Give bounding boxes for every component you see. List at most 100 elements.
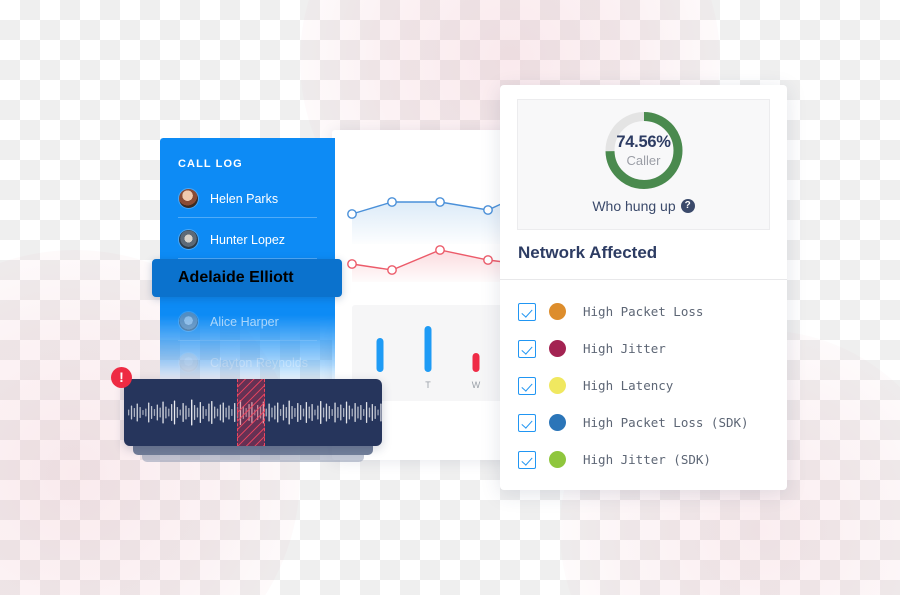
donut-value: 74.56% xyxy=(616,133,671,151)
color-swatch xyxy=(549,340,566,357)
waveform-bar xyxy=(371,404,373,421)
waveform-bar xyxy=(171,404,173,421)
waveform-bar xyxy=(368,407,371,418)
network-affected-title: Network Affected xyxy=(518,243,658,262)
waveform-bar xyxy=(231,409,233,416)
red-series-point[interactable] xyxy=(435,245,445,255)
waveform-bar xyxy=(337,407,339,418)
red-series-point[interactable] xyxy=(387,265,397,275)
checkbox[interactable] xyxy=(518,339,536,358)
waveform-bar xyxy=(193,405,196,420)
waveform-bar xyxy=(156,404,158,421)
network-affected-label: High Packet Loss (SDK) xyxy=(583,415,749,430)
waveform-selection-region[interactable] xyxy=(237,379,265,446)
waveform-bar xyxy=(294,408,296,417)
who-hung-up-caption: Who hung up ? xyxy=(518,198,769,214)
waveform-bar xyxy=(380,403,382,422)
waveform-bar xyxy=(357,406,359,419)
blue-series-point[interactable] xyxy=(483,205,493,215)
player-stack-shadow-near xyxy=(133,446,373,455)
waveform-bar xyxy=(300,405,302,420)
waveform-bar xyxy=(279,409,282,416)
avatar xyxy=(178,311,199,332)
network-affected-row[interactable]: High Packet Loss (SDK) xyxy=(518,404,777,441)
call-log-item[interactable]: Hunter Lopez xyxy=(160,219,335,260)
waveform-bar xyxy=(188,408,190,417)
waveform-bar xyxy=(196,407,199,418)
waveform-bar xyxy=(311,404,313,421)
red-series-point[interactable] xyxy=(347,259,357,269)
help-icon[interactable]: ? xyxy=(680,199,695,213)
waveform-bar xyxy=(148,402,150,423)
red-series-point[interactable] xyxy=(483,255,493,265)
checkbox[interactable] xyxy=(518,413,536,432)
waveform-bar xyxy=(340,404,342,421)
waveform-bar xyxy=(331,409,333,416)
avatar xyxy=(178,229,199,250)
waveform-bar xyxy=(142,410,144,415)
waveform-bar xyxy=(130,405,133,420)
waveform-bar xyxy=(374,406,376,419)
network-affected-row[interactable]: High Latency xyxy=(518,367,777,404)
waveform-bar xyxy=(334,402,336,423)
alert-badge-icon[interactable]: ! xyxy=(111,367,132,388)
waveform-bar xyxy=(145,408,147,417)
bar-label: T xyxy=(425,380,431,390)
checkbox[interactable] xyxy=(518,376,536,395)
who-hung-up-text: Who hung up xyxy=(592,198,676,214)
donut-center-label: 74.56% Caller xyxy=(601,108,686,193)
waveform-bar xyxy=(322,407,325,418)
waveform-bar xyxy=(317,405,319,420)
player-stack-shadow-far xyxy=(142,455,364,462)
screenshot-stage: TWTF CALL LOG Helen ParksHunter LopezAli… xyxy=(0,0,900,595)
donut-chart: 74.56% Caller xyxy=(601,108,686,193)
divider xyxy=(178,217,317,218)
audio-waveform-player[interactable] xyxy=(124,379,382,446)
call-log-item[interactable]: Clayton Reynolds xyxy=(160,342,335,383)
bar-label: W xyxy=(472,380,481,390)
waveform-bar xyxy=(234,403,236,422)
blue-series-point[interactable] xyxy=(347,209,357,219)
call-log-item[interactable]: Helen Parks xyxy=(160,178,335,219)
waveform-bar xyxy=(268,403,270,422)
divider xyxy=(178,340,317,341)
waveform-bar xyxy=(288,400,290,425)
call-log-item-label: Alice Harper xyxy=(210,314,279,329)
waveform-bar xyxy=(274,405,276,420)
blue-series-point[interactable] xyxy=(387,197,397,207)
checkbox[interactable] xyxy=(518,450,536,469)
waveform-bar xyxy=(354,403,356,422)
bar[interactable] xyxy=(424,326,432,372)
call-log-item-selected[interactable]: Adelaide Elliott xyxy=(152,259,342,297)
color-swatch xyxy=(549,414,566,431)
waveform-bar xyxy=(182,403,184,422)
network-affected-label: High Jitter (SDK) xyxy=(583,452,711,467)
network-affected-label: High Latency xyxy=(583,378,674,393)
call-log-item[interactable]: Alice Harper xyxy=(160,301,335,342)
network-affected-row[interactable]: High Jitter (SDK) xyxy=(518,441,777,478)
network-affected-panel: 74.56% Caller Who hung up ? Network Affe… xyxy=(500,85,787,490)
waveform-bar xyxy=(133,408,136,417)
color-swatch xyxy=(549,451,566,468)
waveform-bar xyxy=(199,402,201,423)
checkbox[interactable] xyxy=(518,302,536,321)
network-affected-list: High Packet Loss High Jitter High Latency H… xyxy=(518,293,777,478)
call-log-title: CALL LOG xyxy=(178,158,243,170)
bar[interactable] xyxy=(472,353,480,372)
waveform-bar xyxy=(139,407,141,418)
waveform-bar xyxy=(208,403,210,422)
blue-series-point[interactable] xyxy=(435,197,445,207)
call-log-item-label: Helen Parks xyxy=(210,191,279,206)
waveform-bar xyxy=(297,403,299,422)
waveform-bar xyxy=(302,408,305,417)
waveform-bar xyxy=(211,401,213,424)
waveform-bar xyxy=(185,405,187,420)
waveform-bar xyxy=(191,399,193,426)
network-affected-row[interactable]: High Packet Loss xyxy=(518,293,777,330)
bar[interactable] xyxy=(376,338,384,372)
call-log-item-label: Adelaide Elliott xyxy=(178,269,294,286)
waveform-bar xyxy=(176,407,179,418)
waveform-bar xyxy=(325,403,328,422)
network-affected-row[interactable]: High Jitter xyxy=(518,330,777,367)
waveform-bar xyxy=(168,408,170,417)
